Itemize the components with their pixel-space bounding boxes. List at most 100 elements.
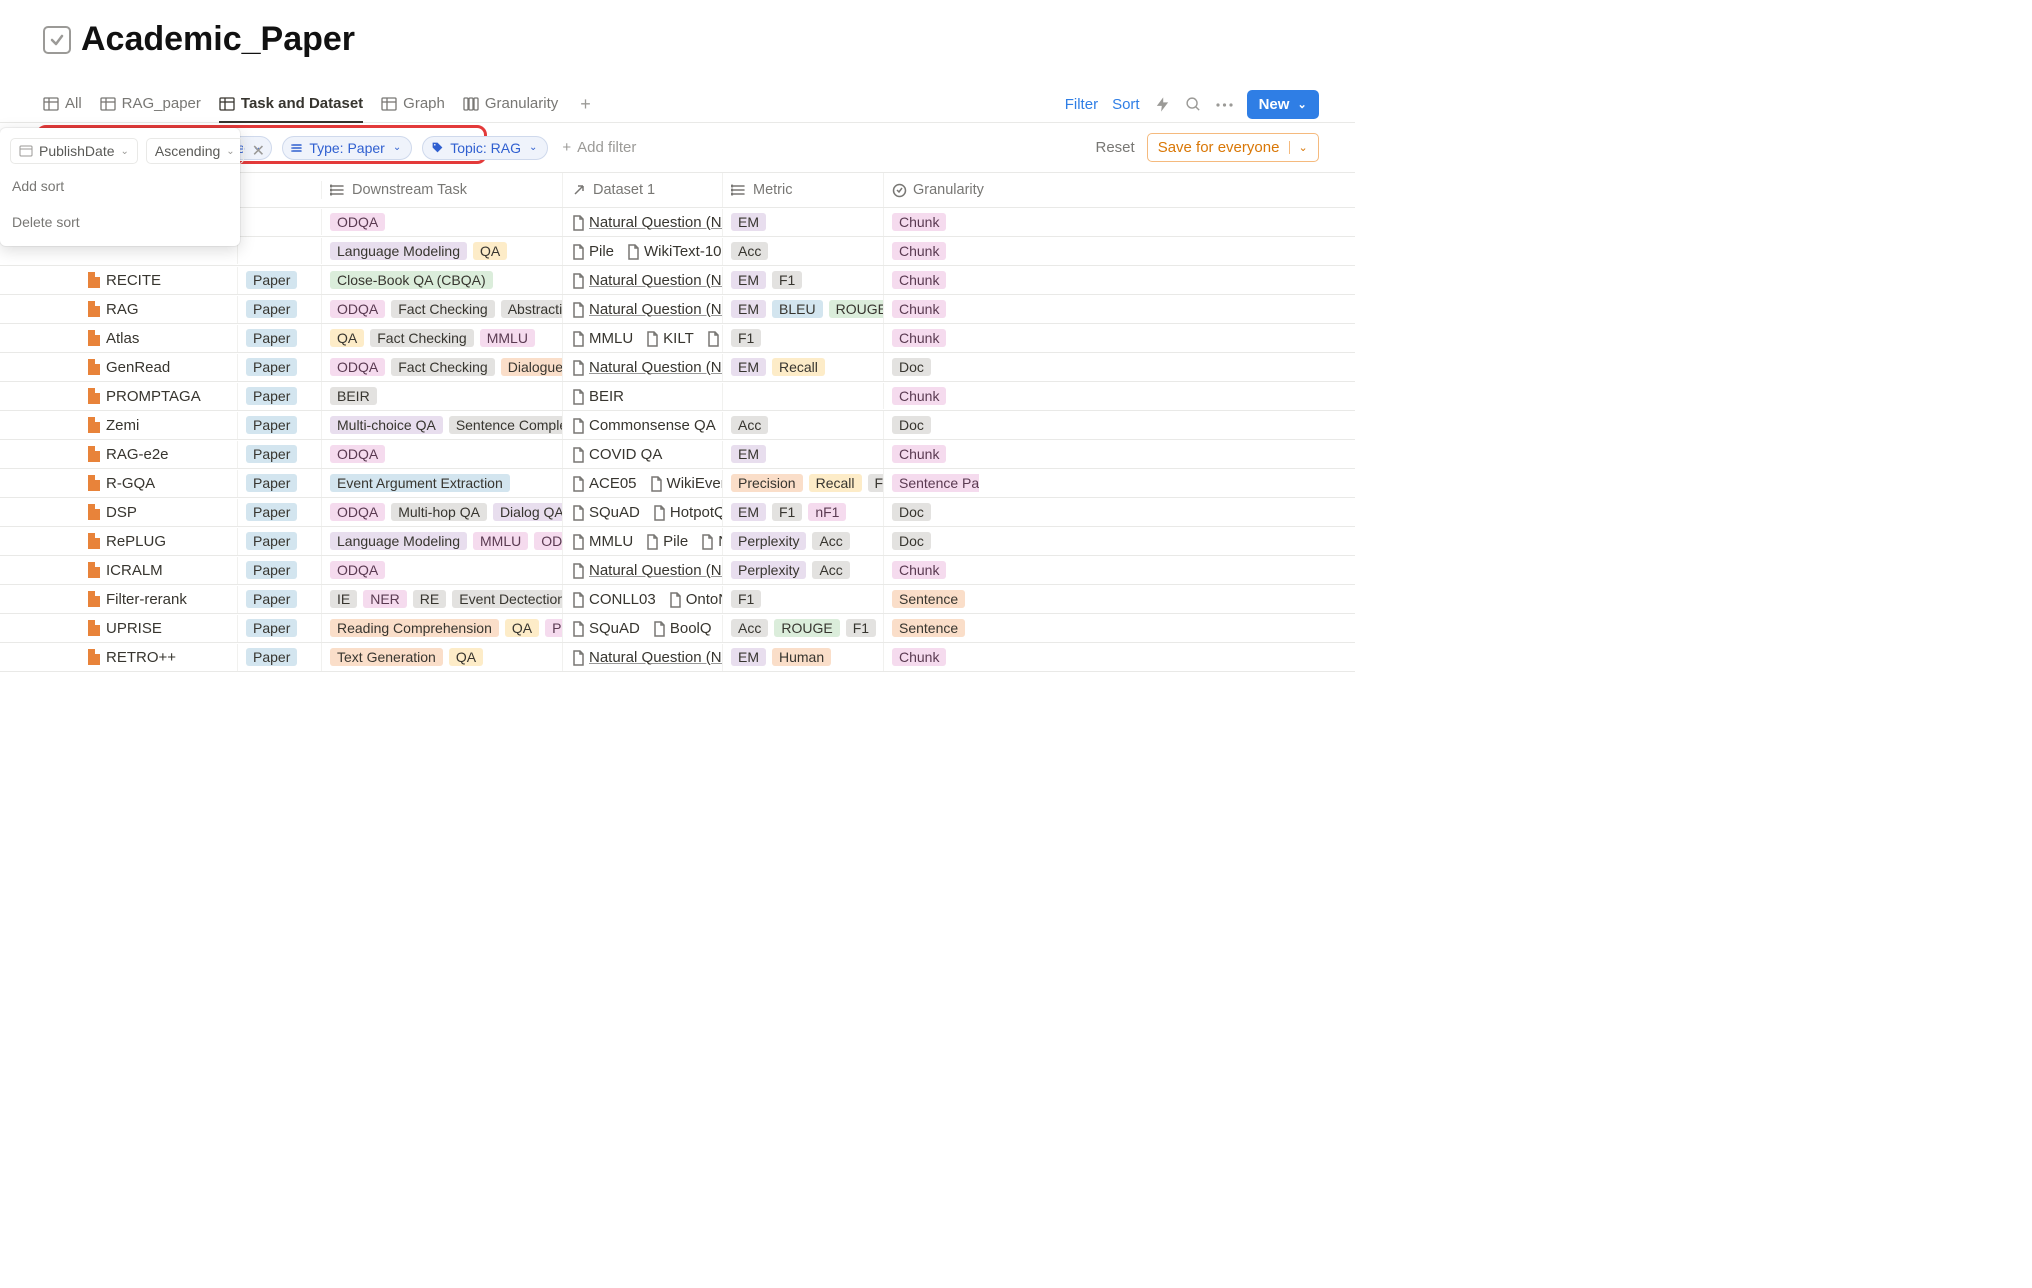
table-row[interactable]: UPRISEPaperReading Comprehension QA Para… xyxy=(0,614,1355,643)
tag[interactable]: Sentence xyxy=(892,590,965,608)
cell-downstream-task[interactable]: Close-Book QA (CBQA) xyxy=(322,266,563,294)
column-header-metric[interactable]: Metric xyxy=(723,173,884,207)
cell-downstream-task[interactable]: BEIR xyxy=(322,382,563,410)
tag[interactable]: ODQA xyxy=(330,358,385,376)
tag[interactable]: Paper xyxy=(246,532,297,550)
cell-type[interactable]: Paper xyxy=(238,498,322,526)
tab-all[interactable]: All xyxy=(43,87,82,123)
new-button[interactable]: New ⌄ xyxy=(1247,90,1319,119)
cell-downstream-task[interactable]: QA Fact Checking MMLU xyxy=(322,324,563,352)
tag[interactable]: EM xyxy=(731,648,766,666)
cell-downstream-task[interactable]: ODQA xyxy=(322,556,563,584)
cell-type[interactable]: Paper xyxy=(238,440,322,468)
cell-type[interactable]: Paper xyxy=(238,585,322,613)
filter-link[interactable]: Filter xyxy=(1065,96,1098,113)
page-title[interactable]: Academic_Paper xyxy=(81,20,355,59)
dataset-link[interactable]: Natural Question (NQ) xyxy=(571,272,723,289)
table-row[interactable]: RECITEPaperClose-Book QA (CBQA)Natural Q… xyxy=(0,266,1355,295)
table-row[interactable]: DSPPaperODQA Multi-hop QA Dialog QASQuAD… xyxy=(0,498,1355,527)
cell-metric[interactable]: Perplexity Acc xyxy=(723,556,884,584)
save-for-everyone-button[interactable]: Save for everyone ⌄ xyxy=(1147,133,1319,162)
tag[interactable]: Doc xyxy=(892,358,931,376)
tag[interactable]: Paper xyxy=(246,474,297,492)
close-icon[interactable]: ✕ xyxy=(252,141,265,161)
dataset-link[interactable]: WikiEvent xyxy=(649,475,723,492)
table-row[interactable]: ZemiPaperMulti-choice QA Sentence Comple… xyxy=(0,411,1355,440)
cell-granularity[interactable]: Chunk xyxy=(884,295,979,323)
tag[interactable]: Paper xyxy=(246,387,297,405)
cell-metric[interactable] xyxy=(723,383,884,409)
tag[interactable]: MMLU xyxy=(473,532,528,550)
tag[interactable]: Chunk xyxy=(892,648,946,666)
sort-link[interactable]: Sort xyxy=(1112,96,1140,113)
dataset-link[interactable]: Commonsense QA xyxy=(571,417,716,434)
tag[interactable]: Chunk xyxy=(892,242,946,260)
dataset-link[interactable]: Pile xyxy=(571,243,614,260)
tag[interactable]: Perplexity xyxy=(731,561,806,579)
cell-metric[interactable]: EM xyxy=(723,440,884,468)
cell-downstream-task[interactable]: ODQA Multi-hop QA Dialog QA xyxy=(322,498,563,526)
dataset-link[interactable]: MMLU xyxy=(571,533,633,550)
cell-granularity[interactable]: Chunk xyxy=(884,324,979,352)
tag[interactable]: Acc xyxy=(812,532,849,550)
tag[interactable]: Doc xyxy=(892,416,931,434)
cell-granularity[interactable]: Sentence Pair xyxy=(884,469,979,497)
tag[interactable]: EM xyxy=(731,445,766,463)
cell-name[interactable]: DSP xyxy=(78,499,238,526)
tag[interactable]: Doc xyxy=(892,532,931,550)
cell-granularity[interactable]: Chunk xyxy=(884,440,979,468)
tag[interactable]: EM xyxy=(731,300,766,318)
cell-metric[interactable]: Acc xyxy=(723,237,884,265)
table-row[interactable]: RAG-e2ePaperODQACOVID QAEMChunk xyxy=(0,440,1355,469)
cell-granularity[interactable]: Sentence xyxy=(884,585,979,613)
table-row[interactable]: AtlasPaperQA Fact Checking MMLUMMLUKILTN… xyxy=(0,324,1355,353)
filter-chip-type[interactable]: Type: Paper ⌄ xyxy=(282,136,412,160)
dataset-link[interactable]: Natural Question (NQ) xyxy=(571,562,723,579)
tag[interactable]: MMLU xyxy=(480,329,535,347)
tag[interactable]: Chunk xyxy=(892,561,946,579)
column-header-granularity[interactable]: Granularity xyxy=(884,173,979,207)
cell-dataset1[interactable]: CONLL03OntoNotes xyxy=(563,586,723,613)
cell-name[interactable]: RETRO++ xyxy=(78,644,238,671)
cell-name[interactable]: UPRISE xyxy=(78,615,238,642)
tag[interactable]: Chunk xyxy=(892,271,946,289)
tab-graph[interactable]: Graph xyxy=(381,87,445,123)
tag[interactable]: Language Modeling xyxy=(330,532,467,550)
tag[interactable]: Paper xyxy=(246,590,297,608)
dataset-link[interactable]: Natural Question (NQ) xyxy=(571,301,723,318)
tag[interactable]: BLEU xyxy=(772,300,823,318)
table-row[interactable]: ICRALMPaperODQANatural Question (NQ)Perp… xyxy=(0,556,1355,585)
cell-name[interactable]: Zemi xyxy=(78,412,238,439)
dataset-link[interactable]: WikiText-103 xyxy=(626,243,723,260)
cell-downstream-task[interactable]: Language Modeling MMLU ODQA xyxy=(322,527,563,555)
cell-granularity[interactable]: Chunk xyxy=(884,266,979,294)
tag[interactable]: Fact Checking xyxy=(391,358,494,376)
cell-metric[interactable]: Acc xyxy=(723,411,884,439)
cell-granularity[interactable]: Chunk xyxy=(884,237,979,265)
tag[interactable]: Sentence Pair xyxy=(892,474,979,492)
cell-name[interactable]: R-GQA xyxy=(78,470,238,497)
add-filter-button[interactable]: + Add filter xyxy=(562,139,636,156)
tag[interactable]: Paper xyxy=(246,416,297,434)
sort-direction-select[interactable]: Ascending ⌄ xyxy=(146,138,244,164)
add-view-button[interactable]: + xyxy=(576,94,595,115)
tag[interactable]: Chunk xyxy=(892,445,946,463)
tag[interactable]: Recall xyxy=(772,358,825,376)
cell-type[interactable]: Paper xyxy=(238,353,322,381)
cell-dataset1[interactable]: Natural Question (NQ) xyxy=(563,354,723,381)
cell-name[interactable]: Atlas xyxy=(78,325,238,352)
cell-downstream-task[interactable]: Language Modeling QA xyxy=(322,237,563,265)
tag[interactable]: BEIR xyxy=(330,387,377,405)
cell-granularity[interactable]: Chunk xyxy=(884,556,979,584)
cell-dataset1[interactable]: Natural Question (NQ) xyxy=(563,209,723,236)
add-sort-item[interactable]: Add sort xyxy=(10,172,230,200)
tab-granularity[interactable]: Granularity xyxy=(463,87,558,123)
cell-metric[interactable]: EM F1 nF1 xyxy=(723,498,884,526)
cell-downstream-task[interactable]: Text Generation QA xyxy=(322,643,563,671)
cell-downstream-task[interactable]: ODQA xyxy=(322,440,563,468)
tag[interactable]: Chunk xyxy=(892,213,946,231)
dataset-link[interactable]: ACE05 xyxy=(571,475,637,492)
tag[interactable]: nF1 xyxy=(808,503,846,521)
cell-dataset1[interactable]: MMLUKILTNatu xyxy=(563,325,723,352)
table-row[interactable]: PROMPTAGAPaperBEIRBEIRChunk xyxy=(0,382,1355,411)
